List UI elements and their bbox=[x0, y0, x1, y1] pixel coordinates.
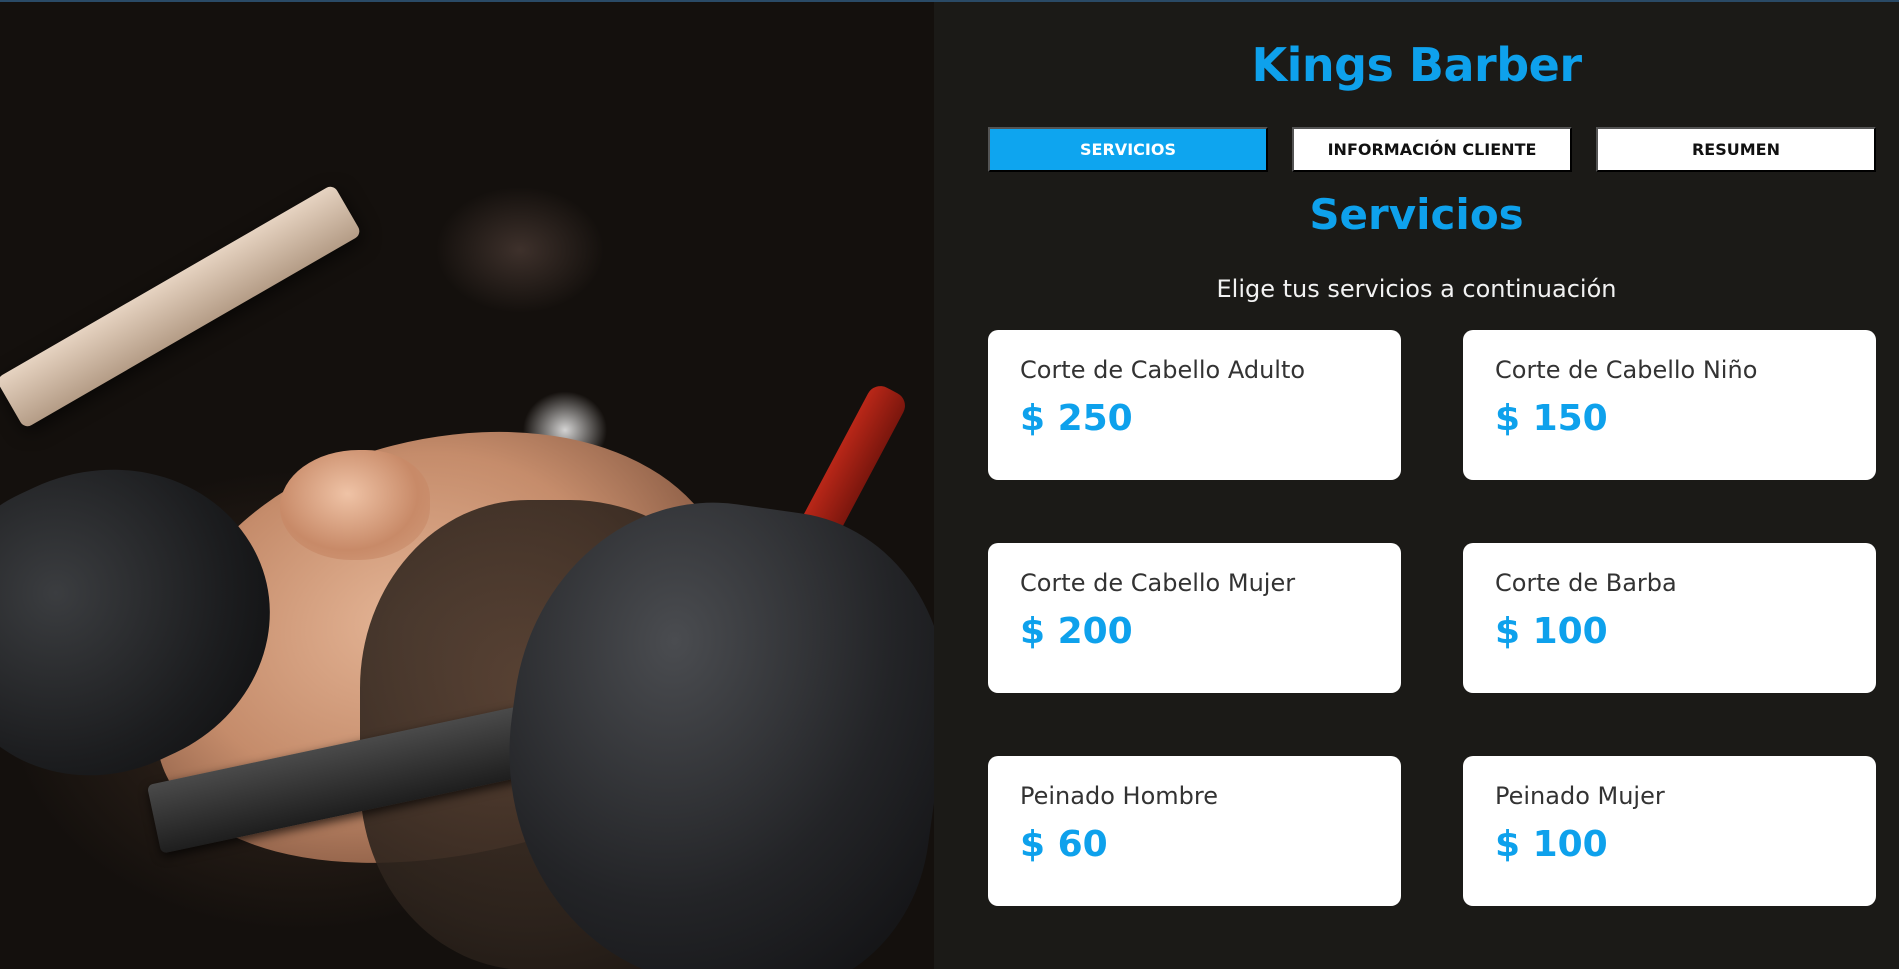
service-price: $ 100 bbox=[1495, 824, 1608, 865]
nose-shape bbox=[280, 450, 430, 560]
service-card[interactable]: Corte de Barba $ 100 bbox=[1463, 543, 1876, 693]
tab-informacion-cliente[interactable]: INFORMACIÓN CLIENTE bbox=[1292, 127, 1572, 172]
section-title: Servicios bbox=[1309, 190, 1524, 239]
service-name: Corte de Barba bbox=[1495, 569, 1677, 597]
service-name: Corte de Cabello Niño bbox=[1495, 356, 1758, 384]
service-price: $ 200 bbox=[1020, 611, 1133, 652]
service-name: Peinado Hombre bbox=[1020, 782, 1218, 810]
services-grid: Corte de Cabello Adulto $ 250 Corte de C… bbox=[988, 330, 1876, 969]
service-name: Peinado Mujer bbox=[1495, 782, 1665, 810]
service-card[interactable]: Corte de Cabello Niño $ 150 bbox=[1463, 330, 1876, 480]
section-subtitle: Elige tus servicios a continuación bbox=[1216, 275, 1617, 303]
service-price: $ 150 bbox=[1495, 398, 1608, 439]
service-card[interactable]: Corte de Cabello Adulto $ 250 bbox=[988, 330, 1401, 480]
comb-shape bbox=[0, 183, 363, 430]
hero-image-barber-shaving bbox=[0, 0, 934, 969]
step-tabs: SERVICIOS INFORMACIÓN CLIENTE RESUMEN bbox=[988, 127, 1876, 172]
service-price: $ 60 bbox=[1020, 824, 1108, 865]
booking-panel: Kings Barber SERVICIOS INFORMACIÓN CLIEN… bbox=[934, 0, 1899, 969]
service-card[interactable]: Corte de Cabello Mujer $ 200 bbox=[988, 543, 1401, 693]
service-name: Corte de Cabello Adulto bbox=[1020, 356, 1306, 384]
service-card[interactable]: Peinado Hombre $ 60 bbox=[988, 756, 1401, 906]
service-price: $ 100 bbox=[1495, 611, 1608, 652]
tab-servicios[interactable]: SERVICIOS bbox=[988, 127, 1268, 172]
top-border bbox=[0, 0, 1899, 2]
service-card[interactable]: Peinado Mujer $ 100 bbox=[1463, 756, 1876, 906]
app-page: Kings Barber SERVICIOS INFORMACIÓN CLIEN… bbox=[0, 0, 1899, 969]
service-price: $ 250 bbox=[1020, 398, 1133, 439]
tab-resumen[interactable]: RESUMEN bbox=[1596, 127, 1876, 172]
brand-title: Kings Barber bbox=[1251, 38, 1582, 92]
service-name: Corte de Cabello Mujer bbox=[1020, 569, 1296, 597]
